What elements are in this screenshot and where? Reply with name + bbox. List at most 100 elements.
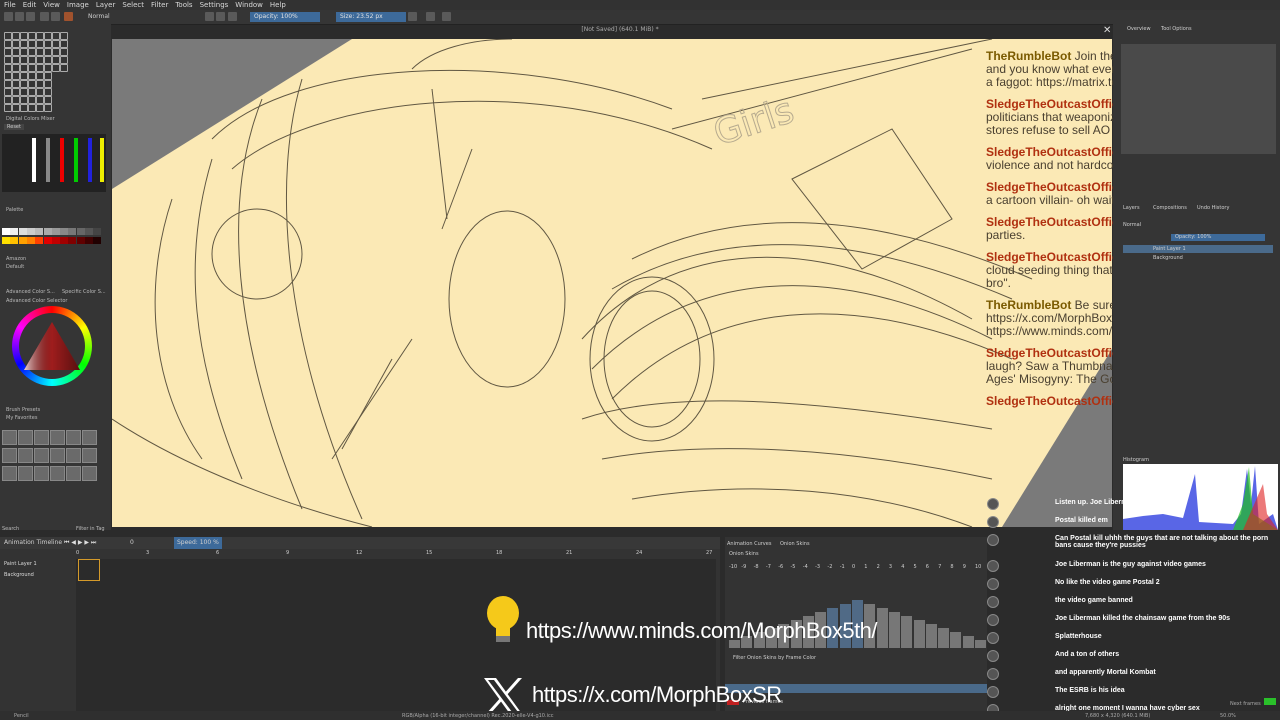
- tool-button[interactable]: [12, 56, 20, 64]
- color-mixer-area[interactable]: [2, 134, 106, 192]
- palette-swatch[interactable]: [93, 237, 102, 244]
- tool-button[interactable]: [60, 32, 68, 40]
- blend-mode-select[interactable]: Normal: [88, 12, 110, 22]
- frame-number[interactable]: 0: [130, 537, 134, 549]
- new-icon[interactable]: [4, 12, 13, 21]
- palette-swatch[interactable]: [51, 237, 60, 244]
- onion-bar[interactable]: [913, 620, 925, 648]
- preserve-alpha-icon[interactable]: [216, 12, 225, 21]
- tool-button[interactable]: [36, 80, 44, 88]
- tool-button[interactable]: [28, 96, 36, 104]
- tool-button[interactable]: [12, 80, 20, 88]
- tool-button[interactable]: [44, 88, 52, 96]
- brush-search[interactable]: Search: [2, 526, 19, 532]
- tool-button[interactable]: [36, 32, 44, 40]
- tool-button[interactable]: [36, 96, 44, 104]
- tab-tool-options[interactable]: Tool Options: [1161, 26, 1192, 32]
- save-icon[interactable]: [26, 12, 35, 21]
- layer-opacity-slider[interactable]: Opacity: 100%: [1171, 234, 1265, 241]
- tool-button[interactable]: [28, 56, 36, 64]
- tab-undo-history[interactable]: Undo History: [1197, 205, 1229, 211]
- tool-button[interactable]: [4, 64, 12, 72]
- tool-button[interactable]: [60, 48, 68, 56]
- size-slider[interactable]: Size: 23.52 px: [336, 12, 406, 22]
- palette-swatch[interactable]: [18, 228, 27, 235]
- mirror-vertical-icon[interactable]: [426, 12, 435, 21]
- timeline-ruler[interactable]: 036912151821242730: [76, 549, 782, 559]
- tab-advanced-color[interactable]: Advanced Color S...: [6, 289, 55, 295]
- palette-swatch[interactable]: [68, 237, 77, 244]
- tool-button[interactable]: [44, 40, 52, 48]
- reset-button[interactable]: Reset: [4, 124, 24, 130]
- tool-button[interactable]: [44, 104, 52, 112]
- tool-button[interactable]: [36, 64, 44, 72]
- tool-button[interactable]: [28, 88, 36, 96]
- tool-button[interactable]: [4, 48, 12, 56]
- tool-button[interactable]: [20, 48, 28, 56]
- speed-field[interactable]: Speed: 100 %: [174, 537, 222, 549]
- tab-overview[interactable]: Overview: [1127, 26, 1151, 32]
- redo-icon[interactable]: [51, 12, 60, 21]
- mirror-icon[interactable]: [408, 12, 417, 21]
- tool-button[interactable]: [20, 56, 28, 64]
- onion-bar[interactable]: [950, 632, 962, 648]
- status-zoom[interactable]: 50.0%: [1220, 713, 1236, 719]
- undo-icon[interactable]: [40, 12, 49, 21]
- palette-swatch[interactable]: [35, 237, 44, 244]
- brush-preset[interactable]: [66, 430, 81, 445]
- menu-layer[interactable]: Layer: [96, 0, 116, 10]
- menu-file[interactable]: File: [4, 0, 16, 10]
- canvas[interactable]: Girls: [112, 39, 1112, 527]
- onion-bar[interactable]: [876, 608, 888, 648]
- tool-button[interactable]: [28, 64, 36, 72]
- tool-button[interactable]: [28, 40, 36, 48]
- brush-preset[interactable]: [18, 448, 33, 463]
- favorites-tag[interactable]: My Favorites: [6, 415, 37, 421]
- palette-swatch[interactable]: [10, 237, 19, 244]
- timeline-layer-background[interactable]: Background: [4, 572, 34, 578]
- menu-view[interactable]: View: [43, 0, 60, 10]
- tool-button[interactable]: [12, 104, 20, 112]
- tool-button[interactable]: [44, 80, 52, 88]
- color-swatch-icon[interactable]: [64, 12, 73, 21]
- tool-button[interactable]: [60, 56, 68, 64]
- menu-select[interactable]: Select: [122, 0, 144, 10]
- layer-blend-mode[interactable]: Normal: [1123, 222, 1141, 228]
- menu-help[interactable]: Help: [270, 0, 286, 10]
- tool-button[interactable]: [20, 80, 28, 88]
- tool-button[interactable]: [4, 56, 12, 64]
- brush-preset[interactable]: [34, 430, 49, 445]
- tool-button[interactable]: [12, 32, 20, 40]
- tool-button[interactable]: [4, 32, 12, 40]
- tool-button[interactable]: [20, 32, 28, 40]
- palette-swatch[interactable]: [10, 228, 19, 235]
- palette-swatch[interactable]: [26, 237, 35, 244]
- tool-button[interactable]: [44, 32, 52, 40]
- palette-grid[interactable]: [2, 214, 102, 246]
- tool-button[interactable]: [60, 64, 68, 72]
- palette-swatch[interactable]: [68, 228, 77, 235]
- tool-button[interactable]: [28, 72, 36, 80]
- tool-button[interactable]: [52, 40, 60, 48]
- tool-button[interactable]: [4, 88, 12, 96]
- brush-preset[interactable]: [66, 448, 81, 463]
- color-wheel[interactable]: [12, 306, 92, 386]
- menu-image[interactable]: Image: [67, 0, 89, 10]
- tool-button[interactable]: [28, 48, 36, 56]
- tool-button[interactable]: [36, 56, 44, 64]
- tool-button[interactable]: [28, 32, 36, 40]
- palette-swatch[interactable]: [60, 237, 69, 244]
- palette-swatch[interactable]: [2, 237, 10, 244]
- menu-window[interactable]: Window: [235, 0, 263, 10]
- playback-controls[interactable]: ⏮ ◀ ▶ ▶ ⏭: [64, 537, 96, 549]
- filter-in-tag-checkbox[interactable]: Filter in Tag: [76, 526, 105, 532]
- tool-button[interactable]: [28, 104, 36, 112]
- menu-edit[interactable]: Edit: [23, 0, 37, 10]
- brush-preset[interactable]: [82, 466, 97, 481]
- tool-button[interactable]: [52, 48, 60, 56]
- palette-swatch[interactable]: [85, 237, 93, 244]
- brush-preset[interactable]: [82, 448, 97, 463]
- brush-preset[interactable]: [50, 466, 65, 481]
- tool-button[interactable]: [44, 72, 52, 80]
- palette-swatch[interactable]: [51, 228, 60, 235]
